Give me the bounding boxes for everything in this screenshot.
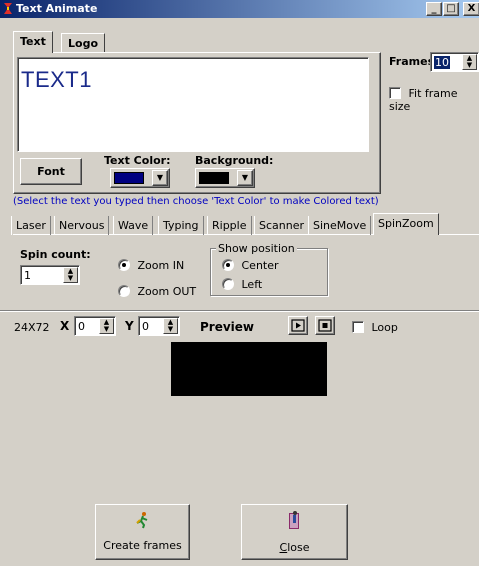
window-title: Text Animate [16,2,98,15]
center-option[interactable]: Center [222,259,279,272]
text-color-picker[interactable]: ▼ [110,168,170,188]
spin-count-spinner[interactable]: 1 ▲ ▼ [20,265,80,285]
y-spinner[interactable]: 0 ▲ ▼ [138,316,180,336]
frames-value: 10 [434,56,450,69]
x-label: X [60,319,70,333]
spin-arrows-icon[interactable]: ▲ ▼ [63,267,78,283]
close-label-rest: lose [287,541,310,554]
tab-typing[interactable]: Typing [158,216,204,235]
tab-nervous[interactable]: Nervous [54,216,110,235]
title-bar: Text Animate _ □ X [0,0,479,18]
left-label: Left [241,278,263,291]
separator [0,311,479,312]
left-option[interactable]: Left [222,278,262,291]
exit-door-icon [289,511,299,529]
tab-ripple[interactable]: Ripple [207,216,252,235]
play-icon [291,319,305,332]
left-radio[interactable] [222,278,234,290]
preview-canvas [171,342,327,396]
spin-count-label: Spin count: [20,248,91,261]
text-color-label: Text Color: [104,154,171,167]
tab-text[interactable]: Text [13,31,53,53]
running-man-icon [136,512,148,529]
background-label: Background: [195,154,274,167]
close-window-button[interactable]: X [463,2,479,16]
loop-checkbox[interactable] [352,321,364,333]
create-frames-label: Create frames [103,539,182,552]
loop-label: Loop [371,321,398,334]
close-label: Close [242,541,347,554]
spin-arrows-icon[interactable]: ▲ ▼ [99,318,114,334]
background-color-picker[interactable]: ▼ [195,168,255,188]
center-label: Center [241,259,279,272]
hint-text: (Select the text you typed then choose '… [13,196,379,207]
zoom-out-radio[interactable] [118,285,130,297]
app-icon [4,3,12,14]
x-spinner[interactable]: 0 ▲ ▼ [74,316,116,336]
frames-spinner[interactable]: 10 ▲ ▼ [430,52,479,72]
tab-wave[interactable]: Wave [113,216,154,235]
create-frames-button[interactable]: Create frames [95,504,190,560]
font-button[interactable]: Font [20,158,82,185]
x-value: 0 [78,320,85,333]
y-value: 0 [142,320,149,333]
y-label: Y [125,319,134,333]
fit-frame-row[interactable]: Fit frame size [389,87,479,113]
play-button[interactable] [288,316,308,335]
show-position-label: Show position [216,242,297,255]
tab-spinzoom[interactable]: SpinZoom [373,213,439,235]
zoom-out-option[interactable]: Zoom OUT [118,285,196,298]
text-color-swatch [114,172,144,184]
background-color-swatch [199,172,229,184]
center-radio[interactable] [222,259,234,271]
tab-sinemove[interactable]: SineMove [308,216,372,235]
stop-button[interactable] [315,316,335,335]
loop-row[interactable]: Loop [352,321,398,334]
chevron-down-icon: ▼ [152,170,168,186]
minimize-button[interactable]: _ [426,2,442,16]
preview-size: 24X72 [14,321,50,334]
stop-icon [318,319,332,332]
zoom-out-label: Zoom OUT [137,285,197,298]
spin-arrows-icon[interactable]: ▲ ▼ [462,54,477,70]
text-editor-value: TEXT1 [21,67,92,92]
tab-logo[interactable]: Logo [61,33,105,53]
spin-count-value: 1 [24,269,31,282]
text-editor[interactable]: TEXT1 [17,57,369,152]
close-button[interactable]: Close [241,504,348,560]
tab-scanner[interactable]: Scanner [254,216,310,235]
maximize-button[interactable]: □ [443,2,459,16]
preview-label: Preview [200,320,255,334]
tab-laser[interactable]: Laser [11,216,51,235]
zoom-in-option[interactable]: Zoom IN [118,259,184,272]
fit-frame-checkbox[interactable] [389,87,401,99]
show-position-group: Show position Center Left [210,242,328,296]
zoom-in-radio[interactable] [118,259,130,271]
chevron-down-icon: ▼ [237,170,253,186]
spin-arrows-icon[interactable]: ▲ ▼ [163,318,178,334]
zoom-in-label: Zoom IN [137,259,185,272]
frames-label: Frames [389,55,435,68]
